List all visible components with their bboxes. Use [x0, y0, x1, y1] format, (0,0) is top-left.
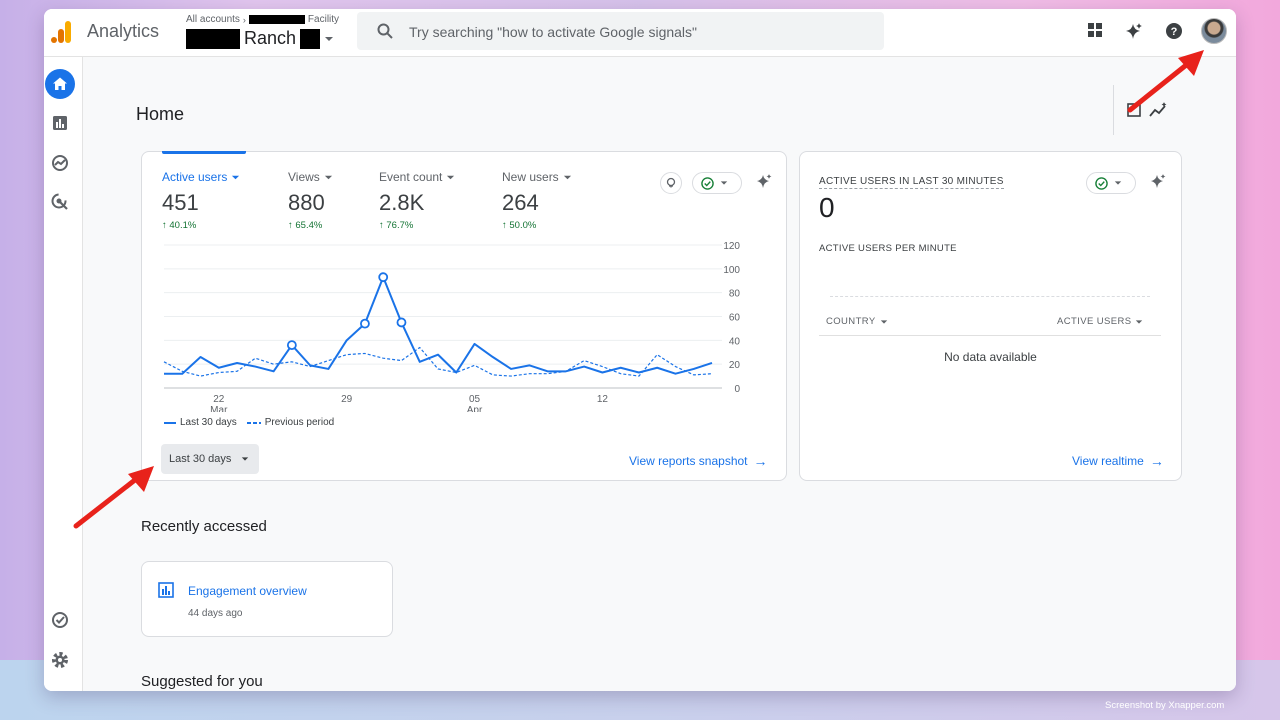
- y-tick-label: 60: [729, 313, 741, 324]
- realtime-subtitle: ACTIVE USERS PER MINUTE: [819, 243, 957, 254]
- y-tick-label: 120: [723, 241, 740, 252]
- arrow-right-icon: →: [753, 453, 768, 469]
- y-tick-label: 0: [734, 384, 740, 395]
- date-range-dropdown[interactable]: Last 30 days: [161, 444, 259, 474]
- search-icon: [377, 23, 393, 39]
- caret-down-icon: [1114, 181, 1122, 185]
- redacted-property-suffix: [300, 28, 321, 49]
- settings-gear-icon[interactable]: [50, 650, 70, 670]
- redacted-property-prefix: [186, 28, 240, 49]
- top-bar: Analytics All accounts › Facility Ranch …: [44, 9, 1236, 57]
- realtime-title: ACTIVE USERS IN LAST 30 MINUTES: [819, 176, 1004, 189]
- left-nav: [44, 57, 83, 691]
- x-tick-label: 22: [213, 394, 225, 405]
- analytics-logo: [51, 21, 71, 43]
- breadcrumb-all-accounts[interactable]: All accounts: [186, 14, 240, 25]
- nav-home-button[interactable]: [45, 69, 75, 99]
- x-tick-label: 12: [597, 394, 609, 405]
- y-tick-label: 20: [729, 360, 741, 371]
- check-circle-icon: [1095, 176, 1108, 190]
- annotation-arrow-date-range: [73, 466, 154, 529]
- view-realtime-link[interactable]: View realtime →: [1072, 453, 1164, 469]
- x-tick-label: 29: [341, 394, 353, 405]
- data-quality-dropdown[interactable]: [1086, 172, 1136, 194]
- sparkle-icon[interactable]: [1148, 172, 1168, 192]
- property-name: Ranch: [244, 28, 297, 48]
- caret-down-icon: [242, 457, 249, 461]
- link-label: View reports snapshot: [629, 454, 748, 468]
- caret-down-icon: [880, 319, 887, 324]
- suggested-heading: Suggested for you: [141, 673, 263, 690]
- arrow-right-icon: →: [1149, 453, 1164, 469]
- sparkle-icon[interactable]: [1124, 22, 1144, 42]
- home-icon: [53, 77, 67, 90]
- link-label: View realtime: [1072, 454, 1144, 468]
- configure-icon[interactable]: [50, 610, 70, 630]
- legend-item-current: Last 30 days: [164, 417, 237, 428]
- y-tick-label: 80: [729, 289, 741, 300]
- search-bar[interactable]: Try searching "how to activate Google si…: [357, 12, 884, 50]
- svg-text:?: ?: [1171, 26, 1178, 38]
- realtime-value: 0: [819, 192, 835, 223]
- apps-grid-icon[interactable]: [1087, 22, 1103, 38]
- app-name: Analytics: [87, 21, 160, 41]
- advertising-icon[interactable]: [50, 192, 70, 212]
- breadcrumb[interactable]: All accounts › Facility: [186, 14, 339, 25]
- caret-down-icon: [1136, 319, 1143, 324]
- legend-label: Last 30 days: [180, 417, 237, 428]
- anomaly-marker: [360, 318, 370, 329]
- chart-legend: Last 30 days Previous period: [164, 417, 334, 428]
- overview-card: Active users 451 ↑ 40.1% Views 880 ↑ 65.…: [141, 151, 787, 481]
- active-users-line-chart: 0 20 40 60 80 100 120 22Mar 29 05Apr 12: [163, 241, 741, 412]
- toolbar-divider: [1113, 85, 1114, 135]
- column-header-active-users[interactable]: ACTIVE USERS: [1057, 316, 1143, 327]
- realtime-card: ACTIVE USERS IN LAST 30 MINUTES 0 ACTIVE…: [799, 151, 1182, 481]
- explore-icon[interactable]: [50, 153, 70, 173]
- column-label: COUNTRY: [826, 316, 876, 327]
- anomaly-marker: [396, 317, 407, 328]
- last-30-days-line: [164, 276, 713, 375]
- search-placeholder: Try searching "how to activate Google si…: [409, 24, 698, 40]
- redacted-account-name: [248, 15, 305, 24]
- recent-item-subtitle: 44 days ago: [188, 608, 243, 619]
- account-avatar[interactable]: [1201, 18, 1227, 44]
- y-tick-label: 100: [723, 265, 740, 276]
- reports-icon[interactable]: [50, 113, 70, 133]
- property-selector[interactable]: Ranch: [186, 28, 334, 49]
- legend-solid-swatch: [164, 421, 176, 424]
- annotation-arrow-avatar: [1127, 50, 1204, 113]
- x-tick-label: 05: [469, 394, 481, 405]
- recent-item-card[interactable]: Engagement overview 44 days ago: [141, 561, 393, 637]
- legend-dashed-swatch: [246, 421, 261, 424]
- caret-down-icon: [325, 36, 334, 41]
- legend-label: Previous period: [264, 417, 335, 428]
- chevron-right-icon: ›: [242, 14, 246, 25]
- column-label: ACTIVE USERS: [1057, 316, 1132, 327]
- breadcrumb-account-suffix: Facility: [307, 14, 340, 25]
- previous-period-line: [163, 346, 713, 377]
- legend-item-previous: Previous period: [246, 417, 335, 428]
- help-icon[interactable]: ?: [1165, 22, 1183, 40]
- table-divider: [819, 335, 1161, 336]
- view-reports-snapshot-link[interactable]: View reports snapshot →: [629, 453, 768, 469]
- browser-window: Analytics All accounts › Facility Ranch …: [44, 9, 1236, 691]
- report-chart-icon: [158, 582, 174, 598]
- page-title: Home: [136, 104, 185, 124]
- x-tick-month-label: Apr: [467, 405, 483, 412]
- realtime-empty-sparkline: [830, 296, 1150, 297]
- no-data-message: No data available: [944, 350, 1037, 364]
- recent-item-title[interactable]: Engagement overview: [188, 584, 307, 598]
- column-header-country[interactable]: COUNTRY: [826, 316, 888, 327]
- screenshot-watermark: Screenshot by Xnapper.com: [1105, 700, 1225, 711]
- anomaly-marker: [378, 272, 389, 283]
- anomaly-marker: [286, 340, 297, 351]
- main-content: Home Active users 451 ↑ 40.1% Views 880 …: [83, 57, 1236, 691]
- y-tick-label: 40: [729, 336, 741, 347]
- date-range-label: Last 30 days: [169, 453, 232, 465]
- x-tick-month-label: Mar: [210, 405, 228, 412]
